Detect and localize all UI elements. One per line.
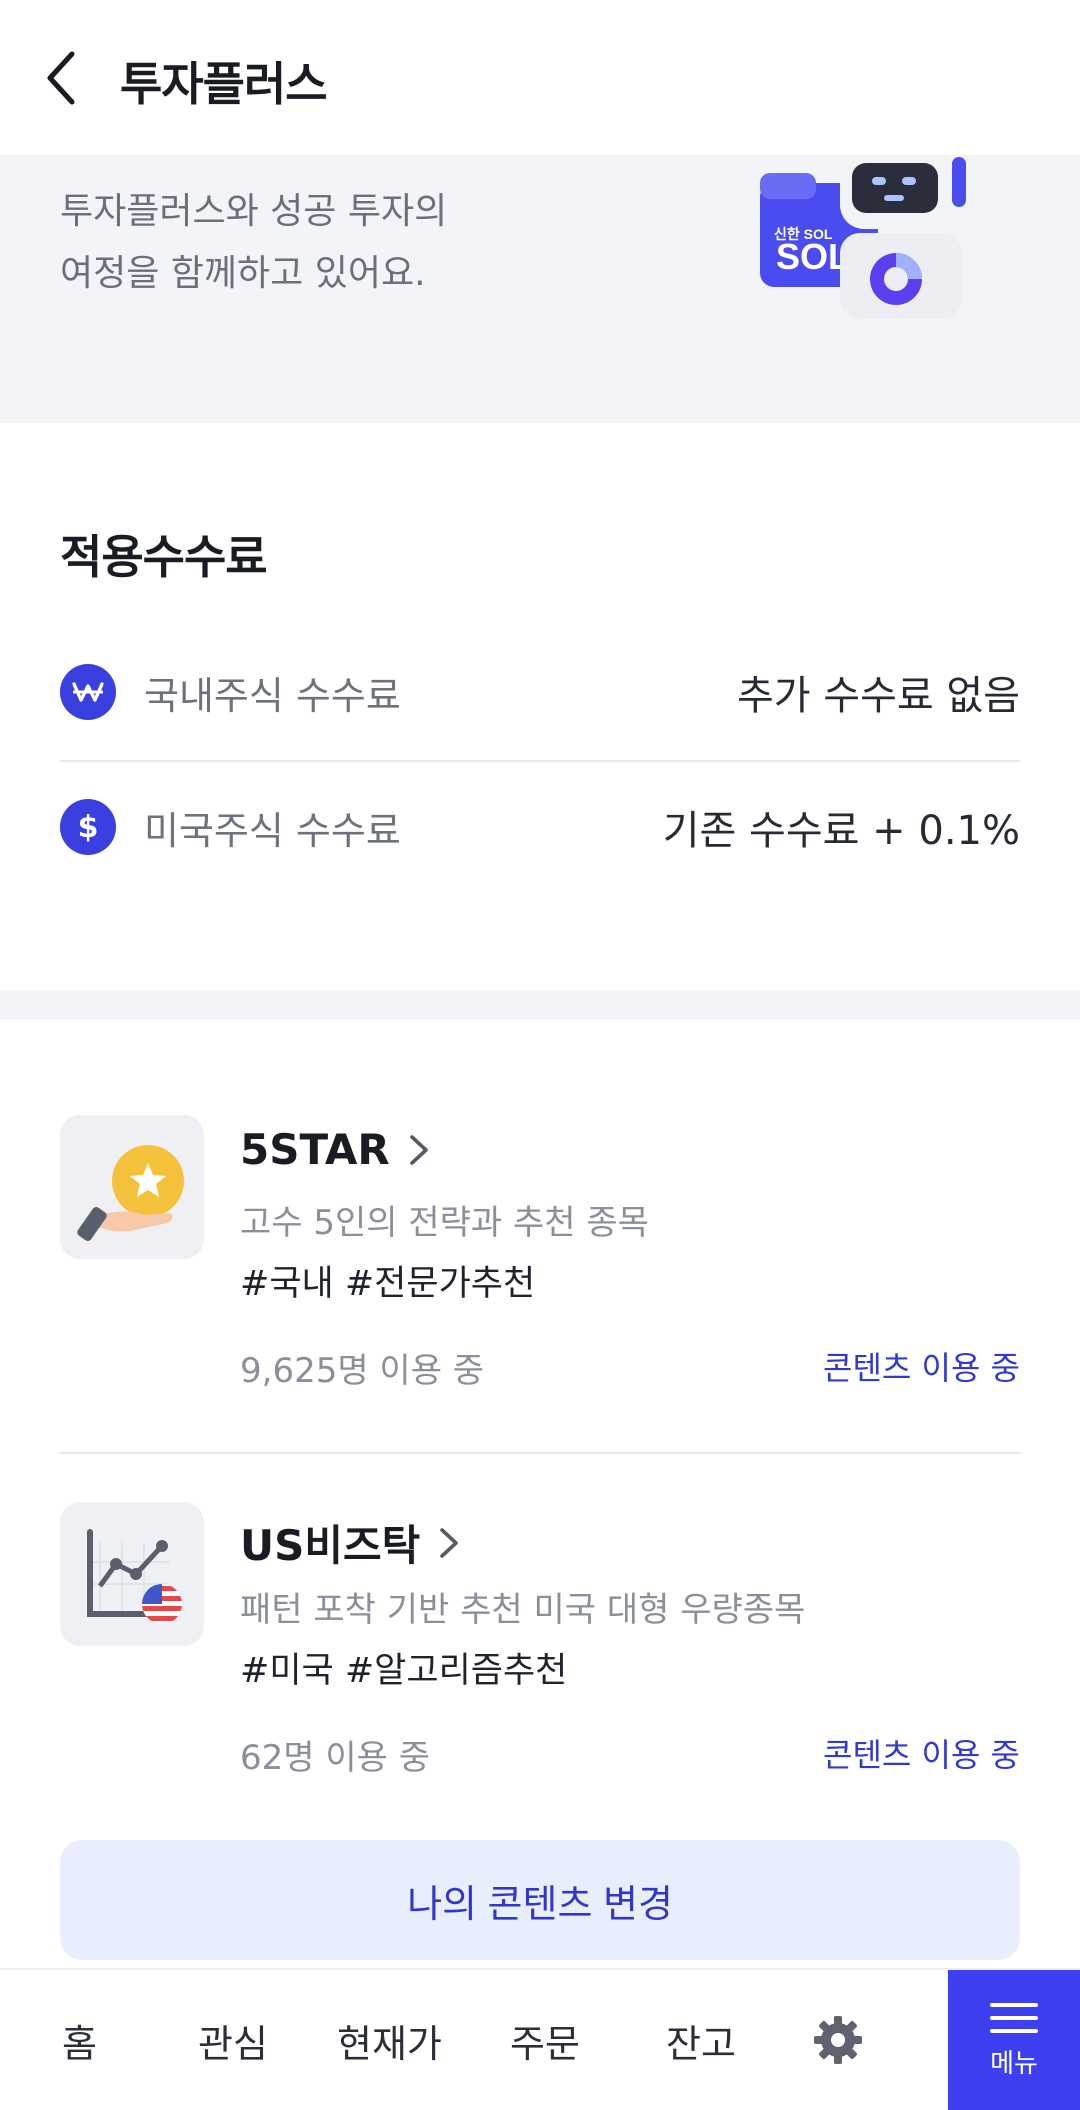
us-chart-icon: [60, 1502, 204, 1646]
dollar-icon: $: [60, 799, 116, 855]
card-title-text: US비즈탁: [240, 1521, 421, 1570]
content-card-5star[interactable]: 5STAR 고수 5인의 전략과 추천 종목 #국내 #전문가추천 9,625명…: [60, 1115, 1020, 1445]
menu-label: 메뉴: [990, 2048, 1038, 2079]
chevron-right-icon: [440, 1527, 459, 1558]
card-status-link[interactable]: 콘텐츠 이용 중: [823, 1730, 1020, 1776]
app-header: 투자플러스: [0, 0, 1080, 155]
fee-value: 추가 수수료 없음: [736, 673, 1020, 719]
svg-text:SOL: SOL: [776, 236, 850, 277]
card-title[interactable]: 5STAR: [240, 1125, 430, 1174]
star-coin-icon: [60, 1115, 204, 1259]
nav-watchlist[interactable]: 관심: [198, 1970, 268, 2110]
fee-row-us: $ 미국주식 수수료 기존 수수료 + 0.1%: [60, 760, 1020, 894]
content-list: 5STAR 고수 5인의 전략과 추천 종목 #국내 #전문가추천 9,625명…: [0, 1020, 1080, 1970]
card-user-count: 9,625명 이용 중: [240, 1351, 485, 1391]
change-my-content-button[interactable]: 나의 콘텐츠 변경: [60, 1840, 1020, 1960]
fee-label: 국내주식 수수료: [144, 673, 401, 718]
card-description: 고수 5인의 전략과 추천 종목: [240, 1203, 649, 1243]
page-title: 투자플러스: [120, 57, 328, 111]
bottom-nav: 홈 관심 현재가 주문 잔고 메뉴: [0, 1968, 1080, 2110]
nav-menu-button[interactable]: 메뉴: [948, 1970, 1080, 2110]
robot-folder-illustration: 신한 SOL SOL: [760, 155, 966, 319]
banner-text: 투자플러스와 성공 투자의 여정을 함께하고 있어요.: [60, 181, 580, 305]
card-title[interactable]: US비즈탁: [240, 1512, 460, 1573]
banner-line-1: 투자플러스와 성공 투자의: [60, 191, 448, 232]
card-user-count: 62명 이용 중: [240, 1738, 430, 1778]
back-arrow-icon[interactable]: [40, 48, 84, 108]
banner-line-2: 여정을 함께하고 있어요.: [60, 253, 426, 294]
fee-section-title: 적용수수료: [60, 530, 268, 584]
fee-value: 기존 수수료 + 0.1%: [662, 808, 1020, 854]
content-card-us-biztak[interactable]: US비즈탁 패턴 포착 기반 추천 미국 대형 우량종목 #미국 #알고리즘추천…: [60, 1502, 1020, 1832]
nav-balance[interactable]: 잔고: [666, 1970, 736, 2110]
fee-section: 적용수수료 국내주식 수수료 추가 수수료 없음 $ 미국주식 수수료 기존 수…: [0, 423, 1080, 990]
card-divider: [60, 1452, 1020, 1454]
card-title-text: 5STAR: [240, 1125, 390, 1174]
fee-label: 미국주식 수수료: [144, 808, 401, 853]
fee-row-domestic: 국내주식 수수료 추가 수수료 없음: [60, 625, 1020, 759]
intro-banner: 투자플러스와 성공 투자의 여정을 함께하고 있어요. 신한 SOL SOL: [0, 155, 1080, 423]
nav-order[interactable]: 주문: [510, 1970, 580, 2110]
nav-home[interactable]: 홈: [62, 1970, 97, 2110]
section-gap: [0, 990, 1080, 1020]
nav-current-price[interactable]: 현재가: [337, 1970, 442, 2110]
won-icon: [60, 664, 116, 720]
gear-icon[interactable]: [812, 2014, 864, 2066]
card-tags: #미국 #알고리즘추천: [240, 1651, 568, 1691]
hamburger-icon: [990, 2002, 1038, 2033]
chevron-right-icon: [409, 1134, 428, 1165]
card-status-link[interactable]: 콘텐츠 이용 중: [823, 1343, 1020, 1389]
card-tags: #국내 #전문가추천: [240, 1264, 536, 1304]
card-description: 패턴 포착 기반 추천 미국 대형 우량종목: [240, 1590, 806, 1630]
